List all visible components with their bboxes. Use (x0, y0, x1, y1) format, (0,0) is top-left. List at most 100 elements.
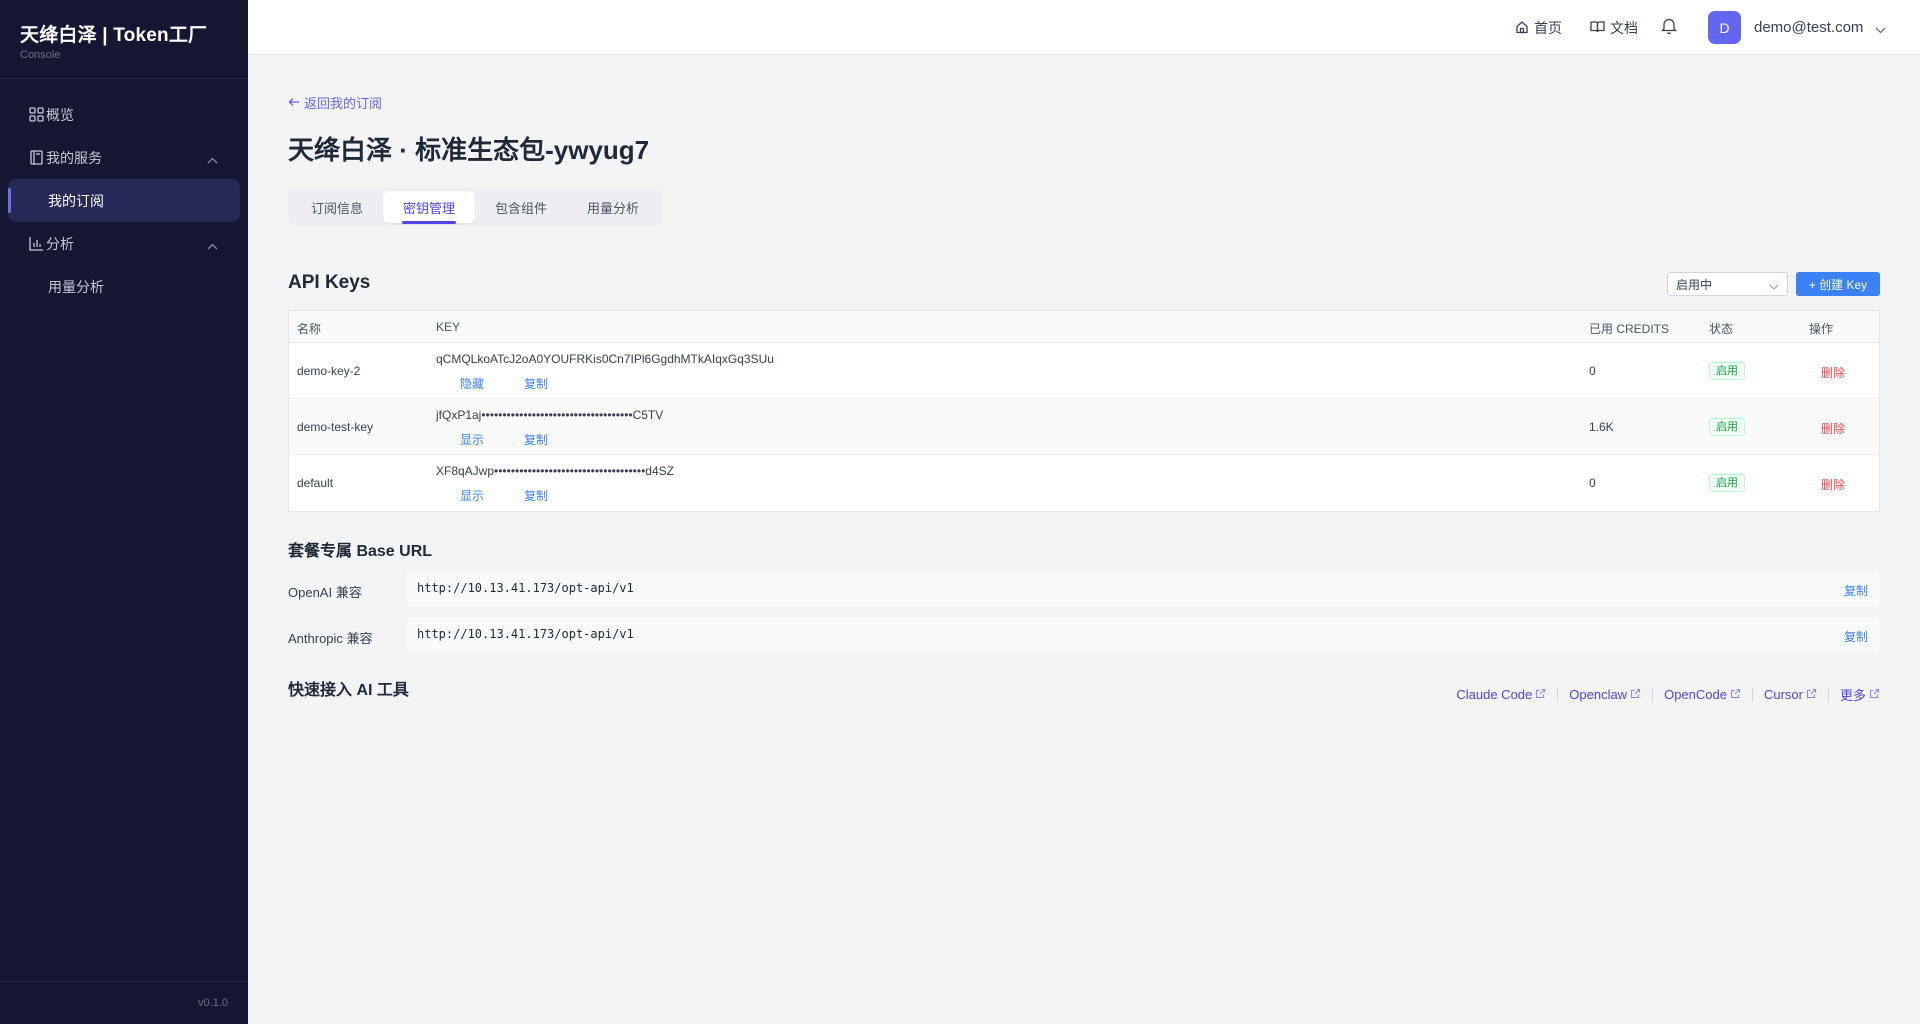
base-url-value: http://10.13.41.173/opt-api/v1 (417, 627, 634, 641)
open-book-icon (1590, 20, 1605, 36)
api-keys-title: API Keys (288, 272, 371, 293)
column-header-status: 状态 (1709, 322, 1734, 336)
delete-key-button[interactable]: 删除 (1821, 420, 1845, 437)
credits-used: 0 (1589, 476, 1596, 490)
tool-link-opencode[interactable]: OpenCode (1664, 687, 1741, 702)
sidebar-nav: 概览 我的服务 我的订阅 分析 用量分析 (0, 79, 248, 308)
credits-used: 0 (1589, 364, 1596, 378)
external-link-icon (1869, 687, 1880, 702)
chevron-up-icon (207, 151, 218, 167)
base-url-value: http://10.13.41.173/opt-api/v1 (417, 581, 634, 595)
home-link[interactable]: 首页 (1515, 18, 1562, 38)
home-icon (1515, 20, 1529, 37)
toggle-key-visibility-button[interactable]: 显示 (460, 487, 484, 504)
base-url-title: 套餐专属 Base URL (288, 543, 433, 560)
docs-link-label: 文档 (1610, 20, 1638, 36)
user-email[interactable]: demo@test.com (1754, 19, 1863, 36)
topbar: 首页 文档 D demo@test.com (248, 0, 1920, 55)
tab-key-management[interactable]: 密钥管理 (383, 191, 476, 224)
separator (1751, 687, 1753, 702)
status-badge: 启用 (1709, 362, 1745, 380)
back-link-label: 返回我的订阅 (304, 96, 383, 111)
separator (1827, 687, 1829, 702)
sidebar-item-analytics[interactable]: 分析 (0, 222, 248, 265)
copy-url-button[interactable]: 复制 (1844, 582, 1868, 599)
sidebar-item-label: 我的订阅 (48, 192, 104, 209)
docs-link[interactable]: 文档 (1590, 18, 1638, 38)
toggle-key-visibility-button[interactable]: 显示 (460, 431, 484, 448)
tab-bar: 订阅信息 密钥管理 包含组件 用量分析 (288, 188, 663, 226)
tool-link-openclaw[interactable]: Openclaw (1569, 687, 1641, 702)
brand-subtitle: Console (20, 49, 61, 61)
table-row: demo-test-key jfQxP1aj••••••••••••••••••… (289, 399, 1879, 455)
base-url-box: http://10.13.41.173/opt-api/v1 复制 (406, 572, 1880, 606)
tool-link-cursor[interactable]: Cursor (1764, 687, 1817, 702)
grid-icon (28, 107, 44, 123)
toggle-key-visibility-button[interactable]: 隐藏 (460, 375, 484, 392)
home-link-label: 首页 (1534, 20, 1562, 36)
sidebar-item-label: 分析 (46, 235, 74, 252)
sidebar-item-label: 用量分析 (48, 278, 104, 295)
key-name: demo-test-key (297, 420, 374, 434)
copy-key-button[interactable]: 复制 (524, 431, 548, 448)
copy-key-button[interactable]: 复制 (524, 375, 548, 392)
tool-link-label: Cursor (1763, 687, 1803, 702)
chevron-down-icon[interactable] (1875, 21, 1886, 39)
tab-usage-analysis[interactable]: 用量分析 (567, 191, 659, 223)
separator (1652, 687, 1654, 702)
tool-link-label: 更多 (1839, 688, 1866, 703)
status-filter-value: 启用中 (1676, 277, 1713, 292)
key-name: demo-key-2 (297, 364, 361, 378)
base-url-box: http://10.13.41.173/opt-api/v1 复制 (406, 618, 1880, 652)
external-link-icon (1535, 687, 1546, 702)
tool-link-label: OpenCode (1664, 687, 1727, 702)
base-url-row-anthropic: Anthropic 兼容 http://10.13.41.173/opt-api… (288, 618, 1880, 652)
notifications-button[interactable] (1660, 17, 1678, 37)
delete-key-button[interactable]: 删除 (1821, 364, 1845, 381)
api-keys-table: 名称 KEY 已用 CREDITS 状态 操作 demo-key-2 qCMQL… (288, 310, 1880, 512)
sidebar-item-usage-analysis[interactable]: 用量分析 (0, 265, 248, 308)
column-header-name: 名称 (297, 322, 322, 336)
quick-access-title: 快速接入 AI 工具 (288, 682, 409, 699)
status-badge: 启用 (1709, 418, 1745, 436)
external-link-icon (1730, 687, 1741, 702)
bar-chart-icon (28, 236, 44, 252)
sidebar-item-my-subscriptions[interactable]: 我的订阅 (8, 179, 240, 222)
sidebar-item-label: 概览 (46, 106, 74, 123)
tool-link-more[interactable]: 更多 (1840, 685, 1880, 704)
delete-key-button[interactable]: 删除 (1821, 476, 1845, 493)
copy-key-button[interactable]: 复制 (524, 487, 548, 504)
arrow-left-icon (288, 95, 300, 110)
key-value: qCMQLkoATcJ2oA0YOUFRKis0Cn7IPl6GgdhMTkAI… (436, 352, 774, 366)
copy-url-button[interactable]: 复制 (1844, 628, 1868, 645)
key-value: XF8qAJwp••••••••••••••••••••••••••••••••… (436, 464, 674, 478)
chevron-up-icon (207, 237, 218, 253)
base-url-row-openai: OpenAI 兼容 http://10.13.41.173/opt-api/v1… (288, 572, 1880, 606)
tab-included-components[interactable]: 包含组件 (475, 191, 567, 223)
external-link-icon (1630, 687, 1641, 702)
base-url-label: OpenAI 兼容 (288, 585, 362, 600)
table-header: 名称 KEY 已用 CREDITS 状态 操作 (289, 311, 1879, 343)
create-key-button[interactable]: + 创建 Key (1796, 272, 1880, 296)
tool-link-label: Openclaw (1569, 687, 1628, 702)
avatar[interactable]: D (1708, 11, 1741, 44)
status-filter-select[interactable]: 启用中 (1667, 272, 1788, 296)
ai-tools-links: Claude Code Openclaw OpenCode Cursor 更多 (1456, 685, 1880, 704)
tool-link-label: Claude Code (1456, 687, 1533, 702)
base-url-label: Anthropic 兼容 (288, 631, 373, 646)
sidebar-item-my-services[interactable]: 我的服务 (0, 136, 248, 179)
sidebar-item-overview[interactable]: 概览 (0, 93, 248, 136)
brand-title: 天绛白泽 | Token工厂 (20, 25, 208, 46)
key-name: default (297, 476, 334, 490)
sidebar-footer: v0.1.0 (0, 981, 248, 1024)
tool-link-claude-code[interactable]: Claude Code (1456, 687, 1546, 702)
chevron-down-icon (1769, 280, 1779, 294)
separator (1557, 687, 1559, 702)
back-link[interactable]: 返回我的订阅 (288, 93, 382, 112)
status-badge: 启用 (1709, 474, 1745, 492)
page-title: 天绛白泽 · 标准生态包-ywyug7 (288, 135, 650, 165)
column-header-key: KEY (436, 320, 461, 334)
version-label: v0.1.0 (198, 997, 228, 1009)
table-row: default XF8qAJwp••••••••••••••••••••••••… (289, 455, 1879, 511)
tab-subscription-info[interactable]: 订阅信息 (291, 191, 383, 223)
